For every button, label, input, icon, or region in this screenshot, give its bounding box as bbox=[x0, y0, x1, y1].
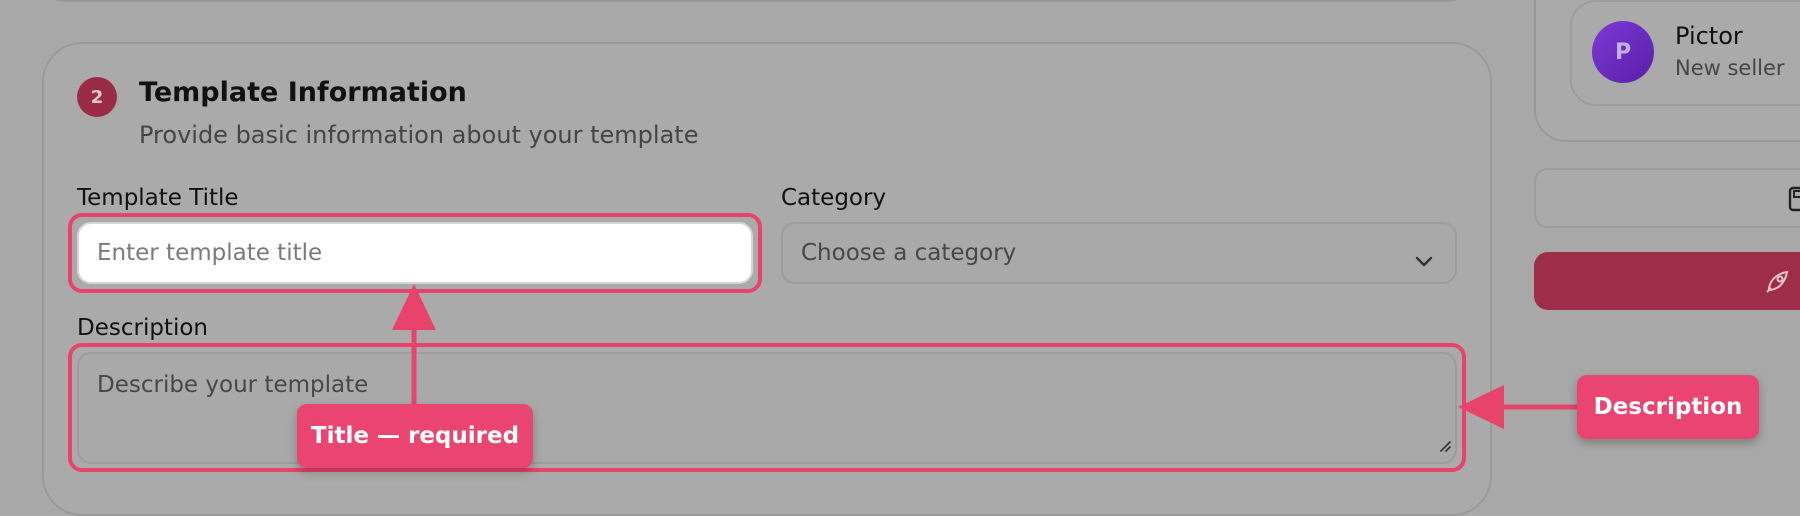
seller-name: Pictor bbox=[1675, 22, 1743, 50]
save-icon bbox=[1788, 186, 1800, 216]
seller-status: New seller bbox=[1675, 56, 1785, 80]
save-draft-button[interactable] bbox=[1534, 168, 1800, 228]
description-highlight-box bbox=[68, 343, 1466, 472]
description-callout: Description bbox=[1577, 375, 1759, 439]
template-title-label: Template Title bbox=[77, 185, 239, 211]
publish-button[interactable] bbox=[1534, 252, 1800, 310]
rocket-icon bbox=[1763, 268, 1791, 300]
avatar: P bbox=[1592, 21, 1654, 83]
chevron-down-icon bbox=[1415, 248, 1433, 274]
category-label: Category bbox=[781, 185, 887, 211]
title-highlight-box bbox=[68, 213, 762, 293]
title-required-callout: Title — required bbox=[297, 404, 533, 468]
top-card-edge bbox=[42, 0, 1470, 2]
step-badge: 2 bbox=[77, 77, 117, 117]
section-title: Template Information bbox=[139, 77, 467, 108]
category-selected-value: Choose a category bbox=[801, 240, 1017, 266]
section-subtitle: Provide basic information about your tem… bbox=[139, 121, 699, 149]
category-select[interactable]: Choose a category bbox=[781, 222, 1457, 284]
description-label: Description bbox=[77, 315, 208, 341]
